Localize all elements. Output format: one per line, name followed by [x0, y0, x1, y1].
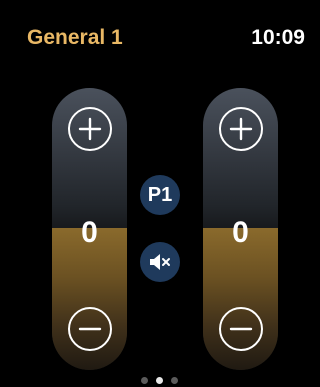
app-title: General 1 [27, 26, 123, 49]
plus-icon [78, 117, 101, 141]
page-dot-active[interactable] [156, 377, 163, 384]
volume-slider-left[interactable]: 0 [52, 88, 127, 370]
increase-button[interactable] [67, 107, 112, 151]
decrease-button[interactable] [218, 307, 263, 351]
plus-icon [229, 117, 252, 141]
minus-icon [78, 327, 101, 331]
mute-button[interactable] [140, 242, 180, 282]
speaker-muted-icon [150, 254, 170, 270]
page-indicator [0, 377, 319, 384]
clock: 10:09 [251, 26, 305, 49]
minus-icon [229, 327, 252, 331]
page-dot[interactable] [171, 377, 178, 384]
volume-slider-right[interactable]: 0 [203, 88, 278, 370]
decrease-button[interactable] [67, 307, 112, 351]
volume-value: 0 [232, 216, 249, 249]
increase-button[interactable] [218, 107, 263, 151]
page-dot[interactable] [141, 377, 148, 384]
volume-value: 0 [81, 216, 98, 249]
preset-button[interactable]: P1 [140, 175, 180, 215]
